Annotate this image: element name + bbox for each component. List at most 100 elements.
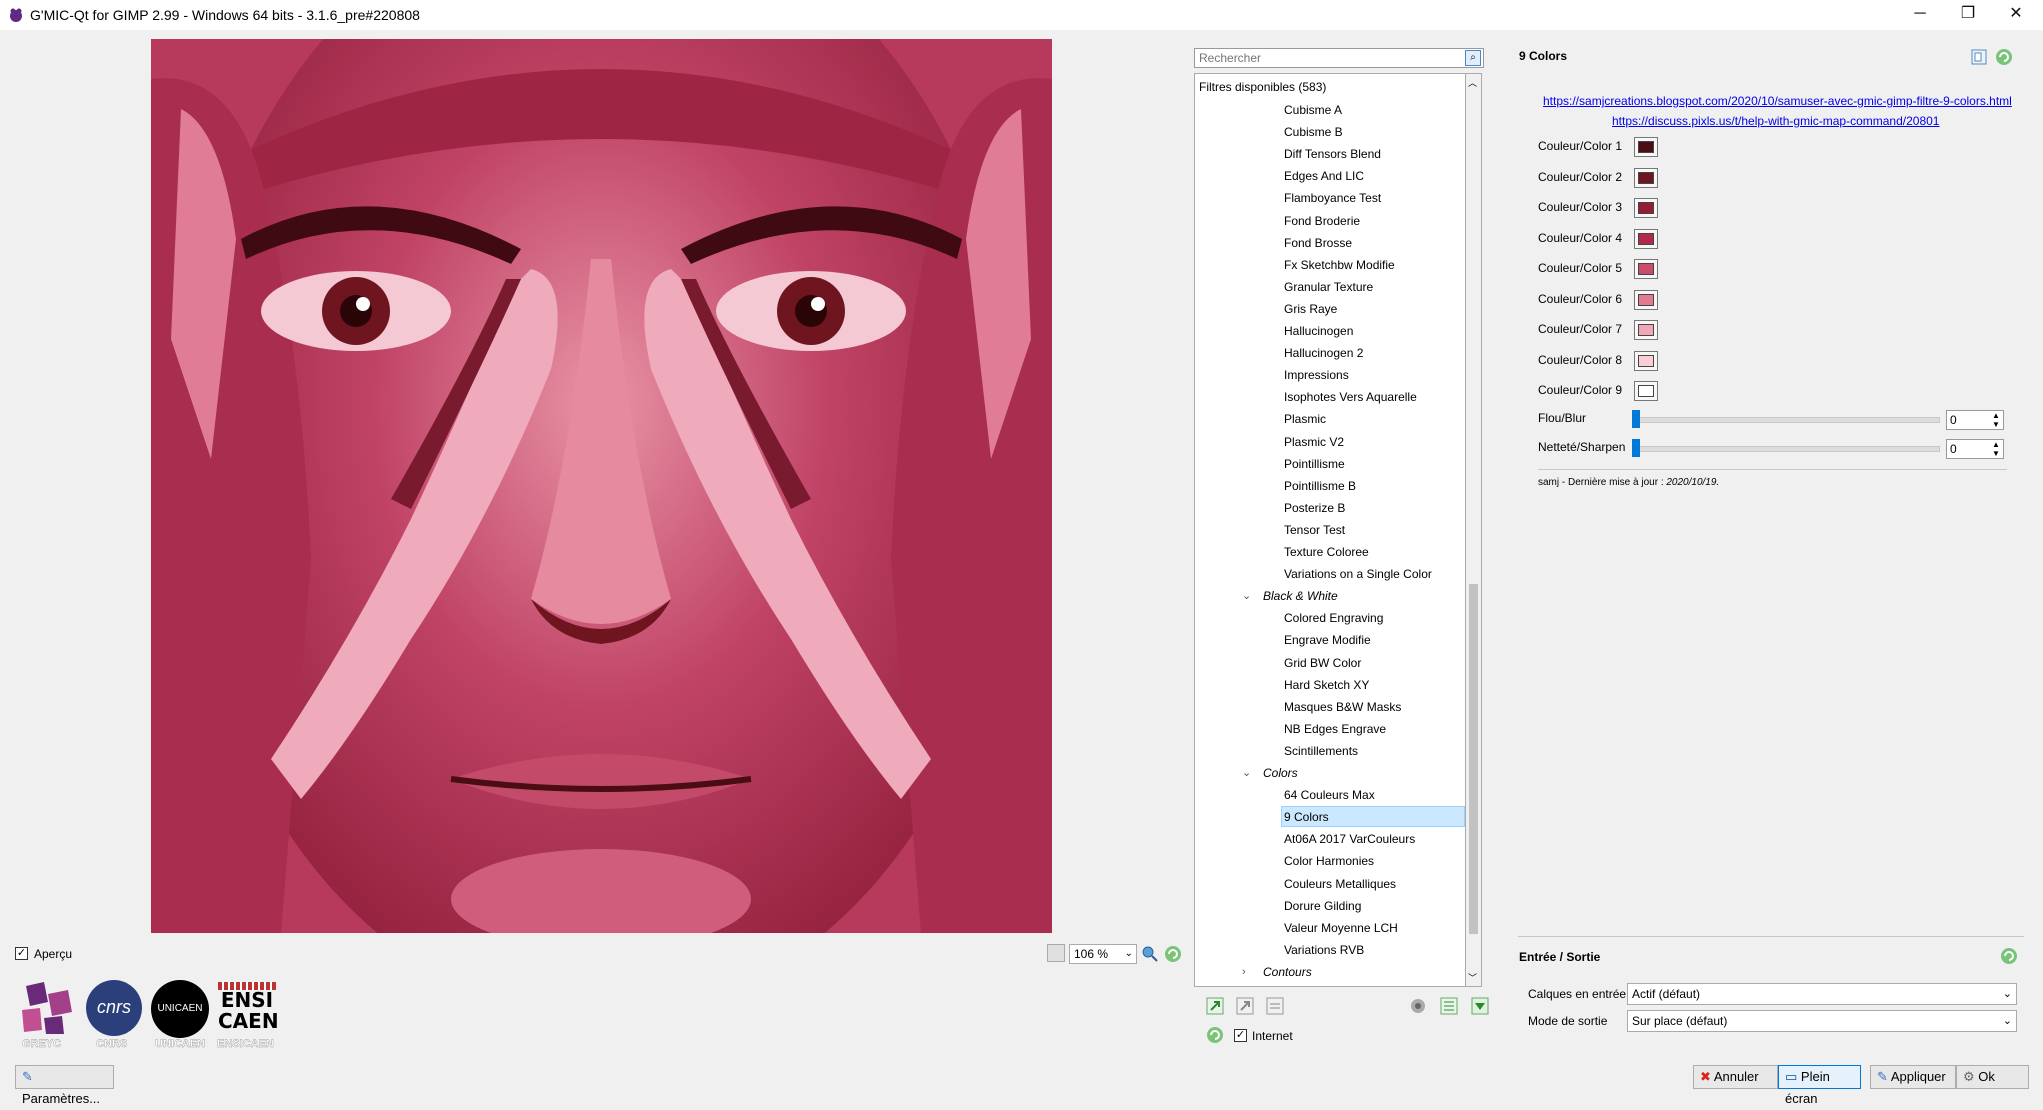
filter-item[interactable]: Hard Sketch XY (1284, 674, 1369, 696)
add-favorite-icon[interactable] (1205, 996, 1225, 1016)
rename-favorite-icon[interactable] (1265, 996, 1285, 1016)
filter-scrollbar[interactable]: ︿ ﹀ (1466, 73, 1482, 987)
slider-handle[interactable] (1632, 410, 1640, 428)
slider-track[interactable] (1632, 446, 1940, 452)
filter-item[interactable]: Cubisme B (1284, 121, 1343, 143)
scroll-down-icon[interactable]: ﹀ (1468, 971, 1477, 984)
minimize-button[interactable]: ─ (1896, 0, 1944, 30)
filter-tree[interactable]: Filtres disponibles (583) Cubisme A Cubis… (1194, 73, 1466, 987)
remove-favorite-icon[interactable] (1235, 996, 1255, 1016)
color-swatch-button[interactable] (1634, 167, 1658, 188)
apply-button[interactable]: ✎ Appliquer (1870, 1065, 1956, 1089)
filter-item[interactable]: Pointillisme B (1284, 475, 1356, 497)
filter-item[interactable]: Fond Brosse (1284, 232, 1352, 254)
visibility-icon[interactable] (1408, 996, 1428, 1016)
filter-item[interactable]: Masques B&W Masks (1284, 696, 1401, 718)
filter-item[interactable]: Plasmic (1284, 408, 1326, 430)
filter-item[interactable]: Engrave Modifie (1284, 629, 1371, 651)
close-button[interactable]: ✕ (1992, 0, 2040, 30)
docs-link-1[interactable]: https://samjcreations.blogspot.com/2020/… (1543, 94, 2012, 108)
search-input[interactable] (1197, 49, 1451, 67)
expand-collapse-icon[interactable] (1439, 996, 1459, 1016)
chevron-down-icon[interactable]: ⌄ (1242, 585, 1251, 607)
spin-arrows-icon[interactable]: ▲ ▼ (1990, 440, 2002, 458)
filter-category[interactable]: Black & White (1263, 585, 1338, 607)
filter-item[interactable]: Edges And LIC (1284, 165, 1364, 187)
search-field[interactable]: ⌕ (1194, 48, 1484, 68)
filter-item[interactable]: 64 Couleurs Max (1284, 784, 1375, 806)
zoom-in-icon[interactable] (1140, 944, 1160, 964)
chevron-right-icon[interactable]: › (1242, 961, 1246, 983)
color-swatch-button[interactable] (1634, 228, 1658, 249)
filter-item[interactable]: Fond Broderie (1284, 210, 1360, 232)
filter-item[interactable]: Plasmic V2 (1284, 431, 1344, 453)
filter-item[interactable]: Flamboyance Test (1284, 187, 1381, 209)
greyc-logo-text: GREYC (22, 1038, 62, 1050)
spin-arrows-icon[interactable]: ▲ ▼ (1990, 411, 2002, 429)
filter-item[interactable]: Hallucinogen (1284, 320, 1353, 342)
filter-item[interactable]: 9 Colors (1284, 806, 1329, 828)
filter-item[interactable]: Variations RVB (1284, 939, 1364, 961)
filter-category[interactable]: Contours (1263, 961, 1312, 983)
maximize-button[interactable]: ❐ (1944, 0, 1992, 30)
color-swatch-button[interactable] (1634, 289, 1658, 310)
io-reset-icon[interactable] (1999, 946, 2019, 966)
color-swatch-button[interactable] (1634, 137, 1658, 157)
filter-item[interactable]: Impressions (1284, 364, 1349, 386)
cancel-button[interactable]: ✖ Annuler (1693, 1065, 1778, 1089)
filter-item[interactable]: Cubisme A (1284, 99, 1342, 121)
filter-category[interactable]: Colors (1263, 762, 1298, 784)
filter-item[interactable]: Couleurs Metalliques (1284, 873, 1396, 895)
refresh-icon[interactable] (1163, 944, 1183, 964)
filter-item[interactable]: NB Edges Engrave (1284, 718, 1386, 740)
search-icon[interactable]: ⌕ (1465, 50, 1481, 66)
input-layers-select[interactable]: Actif (défaut) ⌄ (1627, 983, 2017, 1005)
slider-spinbox[interactable]: 0 ▲ ▼ (1946, 410, 2004, 430)
zoom-out-icon[interactable] (1047, 944, 1065, 962)
filter-item[interactable]: Variations on a Single Color (1284, 563, 1432, 585)
fullscreen-button[interactable]: ▭ Plein écran (1778, 1065, 1861, 1106)
ok-button[interactable]: ⚙ Ok (1956, 1065, 2029, 1089)
color-swatch-button[interactable] (1634, 381, 1658, 401)
copy-command-icon[interactable] (1969, 47, 1989, 67)
color-swatch-button[interactable] (1634, 320, 1658, 340)
filter-item[interactable]: Isophotes Vers Aquarelle (1284, 386, 1417, 408)
chevron-down-icon[interactable]: ⌄ (1242, 762, 1251, 784)
internet-checkbox[interactable]: ✓ (1234, 1029, 1247, 1042)
filter-item[interactable]: Valeur Moyenne LCH (1284, 917, 1398, 939)
slider-track[interactable] (1632, 417, 1940, 423)
filter-item[interactable]: Dorure Gilding (1284, 895, 1361, 917)
docs-link-2[interactable]: https://discuss.pixls.us/t/help-with-gmi… (1612, 114, 1939, 128)
filter-item[interactable]: Granular Texture (1284, 276, 1373, 298)
scroll-up-icon[interactable]: ︿ (1468, 76, 1477, 89)
scrollbar-thumb[interactable] (1469, 584, 1478, 934)
slider-spinbox[interactable]: 0 ▲ ▼ (1946, 439, 2004, 459)
zoom-select[interactable]: 106 % ⌄ (1069, 944, 1137, 964)
unicaen-logo-text: UNICAEN (155, 1038, 206, 1050)
filter-item[interactable]: Colored Engraving (1284, 607, 1383, 629)
download-icon[interactable] (1470, 996, 1490, 1016)
preview-checkbox[interactable]: ✓ (15, 947, 28, 960)
filter-item[interactable]: At06A 2017 VarCouleurs (1284, 828, 1415, 850)
settings-button[interactable]: ✎ Paramètres... (15, 1065, 114, 1106)
update-filters-icon[interactable] (1205, 1025, 1225, 1045)
filter-item[interactable]: Texture Coloree (1284, 541, 1369, 563)
filter-item[interactable]: Grid BW Color (1284, 652, 1361, 674)
color-swatch-button[interactable] (1634, 198, 1658, 218)
reset-params-icon[interactable] (1994, 47, 2014, 67)
color-swatch-button[interactable] (1634, 350, 1658, 371)
filter-item[interactable]: Gris Raye (1284, 298, 1337, 320)
filter-item[interactable]: Scintillements (1284, 740, 1358, 762)
filter-item[interactable]: Tensor Test (1284, 519, 1345, 541)
filter-item[interactable]: Color Harmonies (1284, 850, 1374, 872)
color-swatch-button[interactable] (1634, 259, 1658, 279)
color-swatch-fill (1638, 385, 1654, 397)
filter-item[interactable]: Hallucinogen 2 (1284, 342, 1363, 364)
output-mode-select[interactable]: Sur place (défaut) ⌄ (1627, 1010, 2017, 1032)
filter-item[interactable]: Fx Sketchbw Modifie (1284, 254, 1395, 276)
filter-item[interactable]: Posterize B (1284, 497, 1345, 519)
slider-handle[interactable] (1632, 439, 1640, 457)
filter-item[interactable]: Pointillisme (1284, 453, 1345, 475)
preview-image[interactable] (151, 39, 1052, 933)
filter-item[interactable]: Diff Tensors Blend (1284, 143, 1381, 165)
